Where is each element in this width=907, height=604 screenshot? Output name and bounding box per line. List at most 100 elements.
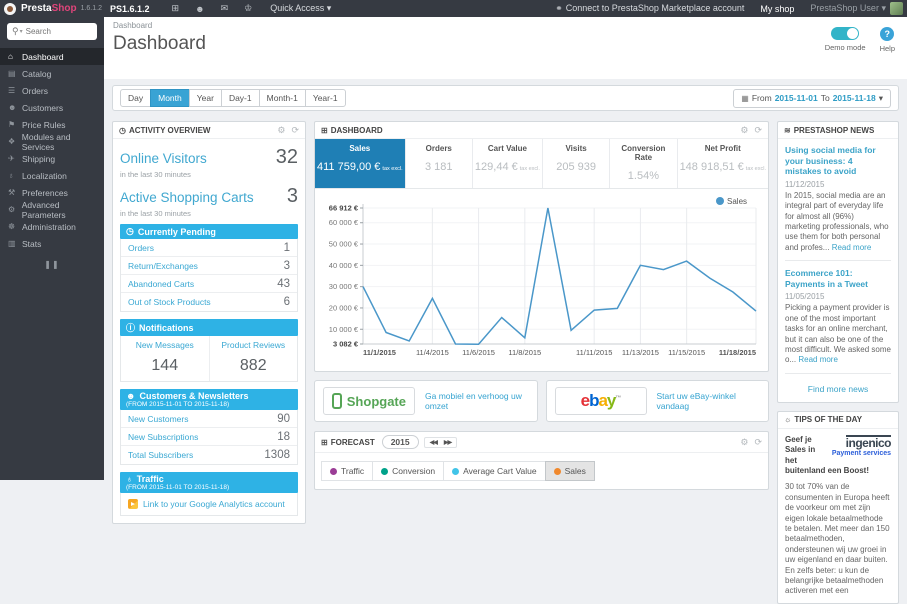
user-menu[interactable]: PrestaShop User ▾ <box>810 3 886 14</box>
sidebar-item-advanced-parameters[interactable]: ⚙ Advanced Parameters <box>0 200 104 220</box>
refresh-icon[interactable]: ⟳ <box>754 125 762 136</box>
sidebar-item-administration[interactable]: ☸ Administration <box>0 218 104 235</box>
next-year-button[interactable]: ▶▶ <box>444 439 452 446</box>
forecast-tab-sales[interactable]: Sales <box>544 461 595 481</box>
mail-icon[interactable]: ✉ <box>221 3 229 14</box>
sidebar-item-price-rules[interactable]: ⚑ Price Rules <box>0 116 104 133</box>
quick-access-menu[interactable]: Quick Access ▾ <box>270 3 331 14</box>
preferences-icon: ⚒ <box>8 188 16 197</box>
sidebar-item-localization[interactable]: ♁ Localization <box>0 167 104 184</box>
svg-text:50 000 €: 50 000 € <box>329 240 359 249</box>
svg-text:11/11/2015: 11/11/2015 <box>576 348 612 357</box>
kpi-orders[interactable]: Orders 3 181 <box>406 139 473 188</box>
search-input[interactable] <box>25 27 86 36</box>
range-day-button[interactable]: Day <box>120 89 152 107</box>
activity-overview-panel: ◷ ACTIVITY OVERVIEW ⚙ ⟳ Online Visitors … <box>112 121 306 524</box>
forecast-tab-traffic[interactable]: Traffic <box>321 461 374 481</box>
cart-icon: ⊞ <box>321 437 328 447</box>
active-carts-link[interactable]: Active Shopping Carts <box>120 190 254 205</box>
panel-title: FORECAST <box>330 437 375 447</box>
sidebar-item-modules[interactable]: ❖ Modules and Services <box>0 132 104 152</box>
tip-body: 30 tot 70% van de consumenten in Europa … <box>785 482 890 596</box>
kpi-visits[interactable]: Visits 205 939 <box>543 139 611 188</box>
currently-pending-header: ◷ Currently Pending <box>120 224 298 239</box>
date-range-picker[interactable]: ▦ From 2015-11-01 To 2015-11-18 ▾ <box>733 88 891 108</box>
range-day-1-button[interactable]: Day-1 <box>220 89 260 107</box>
forecast-tab-conversion[interactable]: Conversion <box>372 461 445 481</box>
shopgate-phone-icon <box>332 393 342 409</box>
range-month-1-button[interactable]: Month-1 <box>258 89 306 107</box>
kpi-cart-value[interactable]: Cart Value 129,44 € tax excl. <box>473 139 543 188</box>
gear-icon[interactable]: ⚙ <box>277 125 285 136</box>
marketplace-link[interactable]: ⚭ Connect to PrestaShop Marketplace accou… <box>555 3 744 14</box>
sidebar-item-orders[interactable]: ☰ Orders <box>0 82 104 99</box>
localization-icon: ♁ <box>8 171 14 180</box>
previous-year-button[interactable]: ◀◀ <box>430 439 438 446</box>
demo-mode-toggle[interactable] <box>831 27 860 40</box>
range-month-button[interactable]: Month <box>150 89 190 107</box>
sidebar-item-shipping[interactable]: ✈ Shipping <box>0 150 104 167</box>
pending-row-abandoned-carts[interactable]: Abandoned Carts 43 <box>121 275 297 293</box>
help-button[interactable]: ? <box>880 27 895 41</box>
svg-text:11/8/2015: 11/8/2015 <box>508 348 541 357</box>
breadcrumb[interactable]: Dashboard <box>113 21 897 30</box>
gear-icon[interactable]: ⚙ <box>740 125 748 136</box>
trophy-icon[interactable]: ♔ <box>244 3 252 14</box>
cart-icon[interactable]: ⊞ <box>172 3 180 14</box>
sidebar-item-dashboard[interactable]: ⌂ Dashboard <box>0 48 104 65</box>
ebay-link[interactable]: Start uw eBay-winkel vandaag <box>657 391 761 411</box>
svg-text:11/6/2015: 11/6/2015 <box>462 348 495 357</box>
news-article-title[interactable]: Ecommerce 101: Payments in a Tweet <box>785 268 891 289</box>
pending-row-out-of-stock[interactable]: Out of Stock Products 6 <box>121 293 297 311</box>
sidebar-item-customers[interactable]: ☻ Customers <box>0 99 104 116</box>
shopgate-module-card: Shopgate Ga mobiel en verhoog uw omzet <box>314 380 538 422</box>
sidebar-item-stats[interactable]: ▥ Stats <box>0 235 104 252</box>
my-shop-link[interactable]: My shop <box>760 4 794 14</box>
customers-icon[interactable]: ☻ <box>195 4 204 14</box>
read-more-link[interactable]: Read more <box>798 355 838 364</box>
google-analytics-link[interactable]: Link to your Google Analytics account <box>120 493 298 516</box>
svg-text:11/4/2015: 11/4/2015 <box>416 348 449 357</box>
shopgate-link[interactable]: Ga mobiel en verhoog uw omzet <box>425 391 529 411</box>
find-more-news-link[interactable]: Find more news <box>785 381 891 396</box>
svg-text:3 082 €: 3 082 € <box>333 340 359 349</box>
customers-row-new-customers[interactable]: New Customers 90 <box>121 410 297 428</box>
online-visitors-link[interactable]: Online Visitors <box>120 151 207 166</box>
forecast-tab-average-cart-value[interactable]: Average Cart Value <box>443 461 546 481</box>
news-article-excerpt: Picking a payment provider is one of the… <box>785 303 891 365</box>
refresh-icon[interactable]: ⟳ <box>291 125 299 136</box>
refresh-icon[interactable]: ⟳ <box>754 437 762 448</box>
dashboard-panel: ⊞ DASHBOARD ⚙ ⟳ Sales 411 759,00 € tax ex… <box>314 121 769 372</box>
new-messages-cell[interactable]: New Messages 144 <box>121 336 209 381</box>
read-more-link[interactable]: Read more <box>832 243 872 252</box>
kpi-conversion-rate[interactable]: Conversion Rate 1.54% <box>610 139 678 188</box>
customers-row-new-subscriptions[interactable]: New Subscriptions 18 <box>121 428 297 446</box>
administration-icon: ☸ <box>8 222 16 231</box>
search-box[interactable]: ⚲ ▾ <box>7 23 97 40</box>
sidebar-item-preferences[interactable]: ⚒ Preferences <box>0 184 104 201</box>
kpi-net-profit[interactable]: Net Profit 148 918,51 € tax excl. <box>678 139 768 188</box>
customers-row-total-subscribers[interactable]: Total Subscribers 1308 <box>121 446 297 464</box>
sidebar-item-catalog[interactable]: ▤ Catalog <box>0 65 104 82</box>
product-reviews-cell[interactable]: Product Reviews 882 <box>208 336 298 381</box>
svg-text:10 000 €: 10 000 € <box>329 325 359 334</box>
shop-name: PS1.6.1.2 <box>110 3 150 14</box>
pending-row-orders[interactable]: Orders 1 <box>121 239 297 257</box>
gear-icon[interactable]: ⚙ <box>740 437 748 448</box>
range-year-1-button[interactable]: Year-1 <box>304 89 346 107</box>
calendar-icon: ▦ <box>741 93 749 103</box>
svg-text:Sales: Sales <box>727 197 747 206</box>
forecast-year[interactable]: 2015 <box>381 435 419 449</box>
news-article-title[interactable]: Using social media for your business: 4 … <box>785 145 891 177</box>
search-icon: ⚲ <box>12 26 19 36</box>
chevron-down-icon: ▾ <box>881 3 886 13</box>
svg-text:11/15/2015: 11/15/2015 <box>668 348 705 357</box>
range-year-button[interactable]: Year <box>188 89 222 107</box>
user-avatar[interactable] <box>890 2 903 15</box>
globe-icon: ♁ <box>126 474 133 484</box>
kpi-sales[interactable]: Sales 411 759,00 € tax excl. <box>315 139 406 188</box>
sidebar-collapse-button[interactable]: ❚❚ <box>0 260 104 269</box>
pending-row-returns[interactable]: Return/Exchanges 3 <box>121 257 297 275</box>
price-rules-icon: ⚑ <box>8 120 16 129</box>
version-label: 1.6.1.2 <box>80 5 102 12</box>
